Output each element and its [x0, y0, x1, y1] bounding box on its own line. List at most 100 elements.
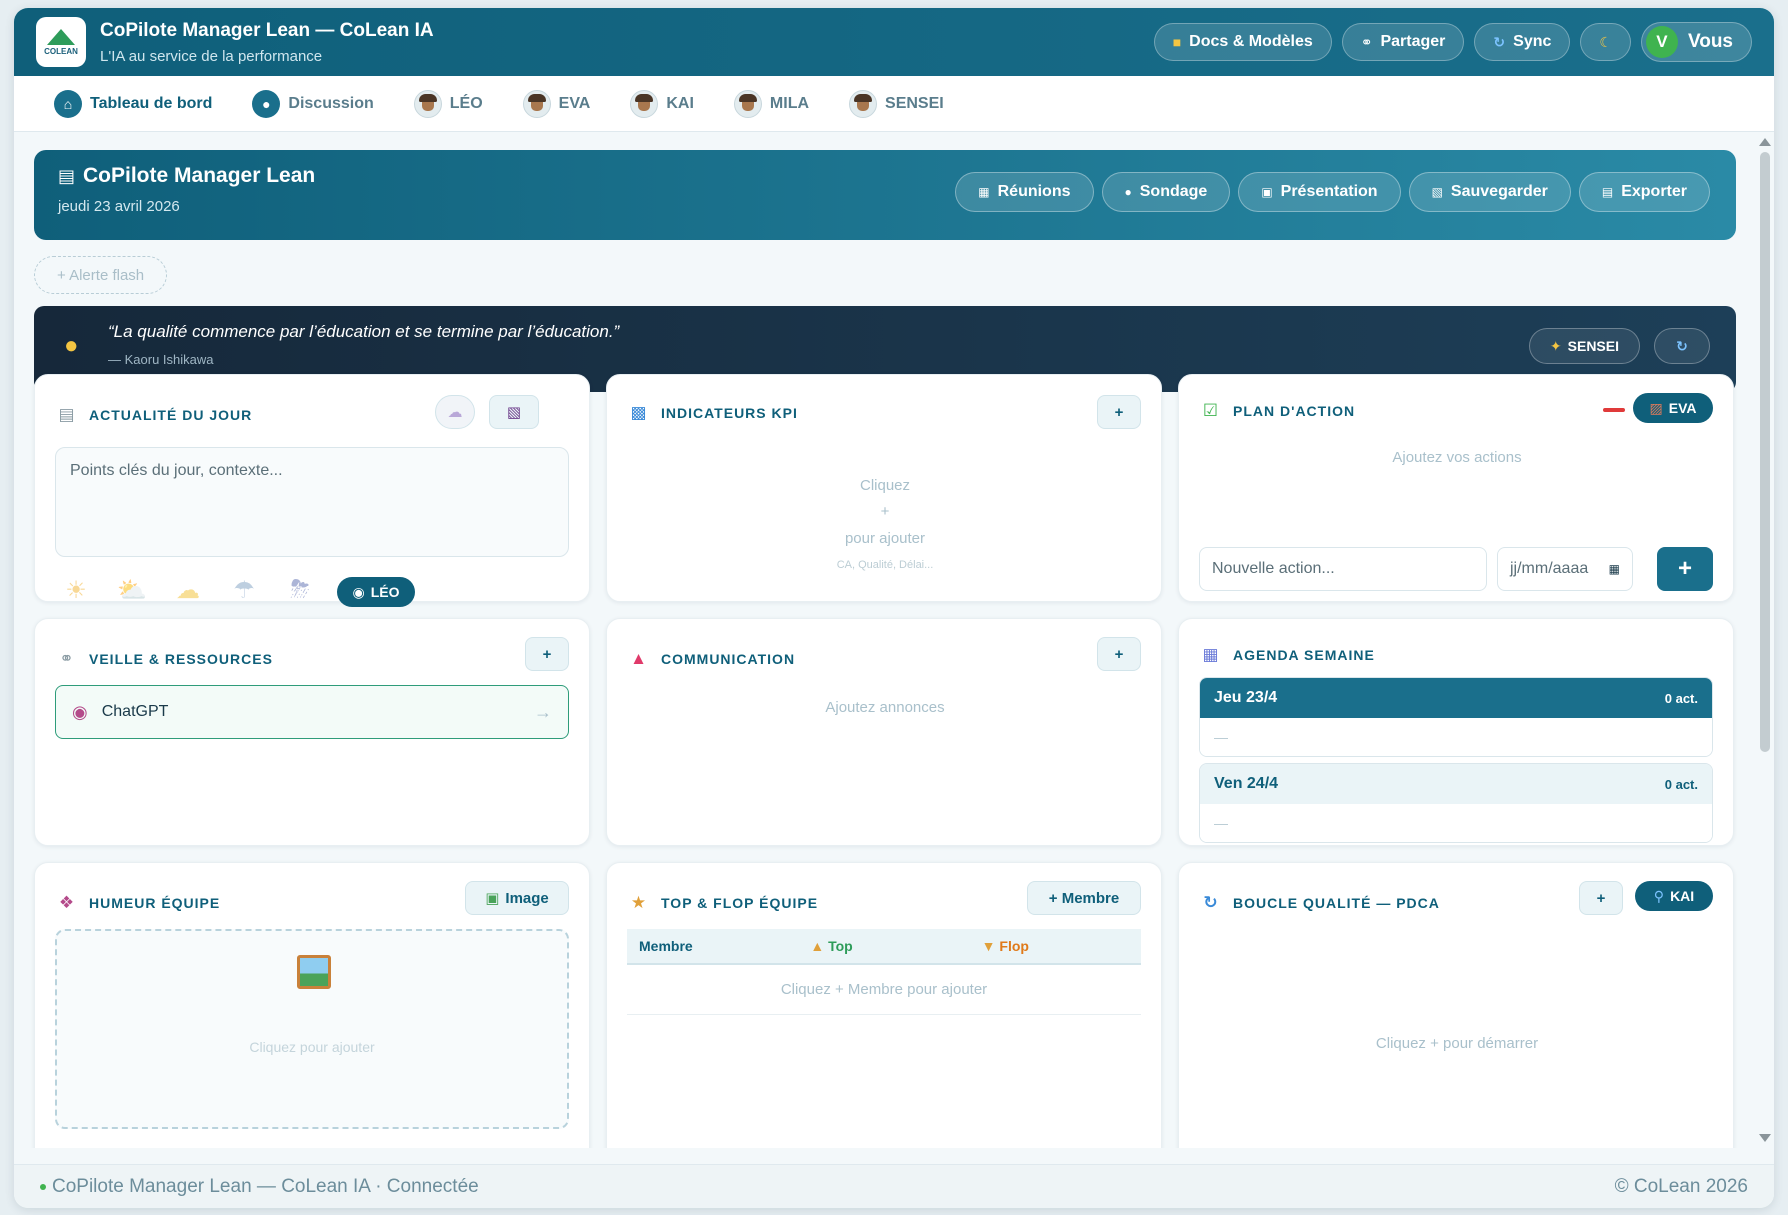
- eva-agent-button[interactable]: ▨ EVA: [1633, 393, 1713, 423]
- status-dot-icon: [40, 1183, 46, 1190]
- agenda-day-label: Jeu 23/4: [1214, 689, 1278, 706]
- scrollbar-thumb[interactable]: [1760, 152, 1770, 752]
- agenda-card: ▦ AGENDA SEMAINE Jeu 23/4 0 act. — Ven 24/…: [1178, 618, 1734, 846]
- add-kpi-button[interactable]: +: [1097, 395, 1141, 429]
- calendar-icon: ▦: [1608, 562, 1620, 576]
- logo-text: COLEAN: [44, 46, 78, 56]
- action-date-input[interactable]: jj/mm/aaaa ▦: [1497, 547, 1633, 591]
- tab-sensei[interactable]: SENSEI: [849, 89, 944, 118]
- tab-dashboard[interactable]: ⌂ Tableau de bord: [54, 89, 212, 118]
- moon-icon: ☾: [1599, 33, 1612, 50]
- sun-cloud-icon[interactable]: ⛅: [117, 575, 147, 605]
- communication-card-title: ▲ COMMUNICATION: [630, 649, 796, 668]
- newspaper-icon: ▤: [58, 405, 76, 424]
- share-button[interactable]: ⚭ Partager: [1341, 23, 1465, 61]
- news-input[interactable]: Points clés du jour, contexte...: [55, 447, 569, 557]
- agenda-day[interactable]: Jeu 23/4 0 act. —: [1199, 677, 1713, 757]
- add-pdca-button[interactable]: +: [1579, 881, 1623, 915]
- communication-card: ▲ COMMUNICATION + Ajoutez annonces: [606, 618, 1162, 846]
- cycle-icon: ↻: [1203, 893, 1219, 912]
- ask-sensei-button[interactable]: ✦ SENSEI: [1528, 328, 1640, 364]
- col-member: Membre: [639, 938, 693, 954]
- save-button[interactable]: ▧ Sauvegarder: [1408, 172, 1571, 212]
- tab-mila[interactable]: MILA: [733, 89, 809, 118]
- news-card-title: ▤ ACTUALITÉ DU JOUR: [58, 405, 253, 424]
- add-action-button[interactable]: +: [1657, 547, 1713, 591]
- add-resource-button[interactable]: +: [525, 637, 569, 671]
- floppy-disk-icon: ▧: [506, 404, 522, 421]
- brand: CoPilote Manager Lean — CoLean IA L'IA a…: [100, 20, 434, 65]
- clipboard-icon: ▤: [1601, 185, 1614, 199]
- clipboard-icon: ▤: [58, 165, 76, 186]
- megaphone-icon: ▲: [630, 649, 648, 668]
- user-menu[interactable]: V Vous: [1640, 22, 1752, 62]
- sun-icon[interactable]: ☀: [61, 575, 91, 605]
- sparkles-icon: ✦: [1549, 337, 1562, 354]
- weather-cloud-button[interactable]: ☁: [435, 395, 475, 429]
- tab-kai[interactable]: KAI: [630, 89, 694, 118]
- mood-empty: Cliquez pour ajouter: [249, 1039, 375, 1055]
- storm-icon[interactable]: ⛈: [285, 575, 315, 605]
- kai-avatar-icon: [630, 89, 659, 118]
- mood-image-dropzone[interactable]: Cliquez pour ajouter: [55, 929, 569, 1129]
- new-action-input[interactable]: Nouvelle action...: [1199, 547, 1487, 591]
- save-news-button[interactable]: ▧: [489, 395, 539, 429]
- agenda-day-count: 0 act.: [1664, 690, 1698, 706]
- dashboard-content: ▤ CoPilote Manager Lean jeudi 23 avril 20…: [14, 132, 1754, 1148]
- footer-status: CoPilote Manager Lean — CoLean IA · Conn…: [52, 1175, 479, 1197]
- kpi-empty-line1[interactable]: Cliquez: [607, 477, 1163, 494]
- col-top: ▲ Top: [810, 938, 853, 954]
- leo-agent-button[interactable]: ◉ LÉO: [337, 577, 415, 607]
- cloud-icon: ☁: [447, 404, 463, 421]
- app-title: CoPilote Manager Lean — CoLean IA: [100, 19, 434, 41]
- refresh-quote-button[interactable]: ↻: [1654, 328, 1710, 364]
- agenda-day-body: —: [1200, 718, 1712, 756]
- tab-leo[interactable]: LÉO: [413, 89, 483, 118]
- resource-item[interactable]: ◉ ChatGPT →: [55, 685, 569, 739]
- app-window: COLEAN CoPilote Manager Lean — CoLean IA…: [14, 8, 1774, 1208]
- poll-button[interactable]: ● Sondage: [1101, 172, 1231, 212]
- rain-icon[interactable]: ☂: [229, 575, 259, 605]
- tab-eva[interactable]: EVA: [522, 89, 590, 118]
- add-member-button[interactable]: + Membre: [1027, 881, 1141, 915]
- agenda-day-count: 0 act.: [1664, 776, 1698, 792]
- leo-avatar-icon: [413, 89, 442, 118]
- briefcase-icon: ▨: [1649, 399, 1663, 416]
- flash-alert-button[interactable]: + Alerte flash: [34, 256, 168, 294]
- table-empty-row: Cliquez + Membre pour ajouter: [627, 965, 1141, 1015]
- kai-agent-button[interactable]: ⚲ KAI: [1635, 881, 1713, 911]
- sync-button[interactable]: ↻ Sync: [1474, 23, 1571, 61]
- kpi-empty-line2: +: [880, 503, 890, 520]
- kpi-empty-hint: CA, Qualité, Délai...: [836, 559, 934, 571]
- agenda-day[interactable]: Ven 24/4 0 act. —: [1199, 763, 1713, 843]
- cloud-sun-icon[interactable]: ☁: [173, 575, 203, 605]
- kpi-empty-line3: pour ajouter: [844, 530, 926, 547]
- agenda-day-body: —: [1200, 804, 1712, 842]
- link-icon: ⚭: [1360, 33, 1373, 50]
- picture-icon: ▣: [485, 890, 500, 907]
- tab-discussion[interactable]: ● Discussion: [252, 89, 374, 118]
- add-image-button[interactable]: ▣ Image: [465, 881, 569, 915]
- dark-mode-toggle[interactable]: ☾: [1580, 23, 1631, 61]
- presentation-button[interactable]: ▣ Présentation: [1238, 172, 1401, 212]
- export-button[interactable]: ▤ Exporter: [1578, 172, 1710, 212]
- scroll-up-icon[interactable]: [1759, 138, 1771, 146]
- vertical-scrollbar[interactable]: [1754, 132, 1774, 1148]
- link-icon: ⚭: [59, 649, 75, 668]
- thumbs-up-icon: ▲: [810, 938, 825, 954]
- add-announcement-button[interactable]: +: [1097, 637, 1141, 671]
- robot-icon: ◉: [352, 583, 365, 600]
- team-mood-card: ❖ HUMEUR ÉQUIPE ▣ Image Cliquez pour ajout…: [34, 862, 590, 1148]
- meetings-button[interactable]: ▦ Réunions: [955, 172, 1094, 212]
- kpi-card: ▩ INDICATEURS KPI + Cliquez + pour ajoute…: [606, 374, 1162, 602]
- top-flop-card-title: ★ TOP & FLOP ÉQUIPE: [630, 893, 819, 912]
- arrow-right-icon: →: [534, 701, 552, 722]
- header-actions: ■ Docs & Modèles ⚭ Partager ↻ Sync ☾ V Vous: [1153, 22, 1752, 62]
- footer-copyright: © CoLean 2026: [1614, 1175, 1748, 1197]
- docs-button[interactable]: ■ Docs & Modèles: [1153, 23, 1332, 61]
- agenda-day-label: Ven 24/4: [1214, 775, 1279, 792]
- user-label: Vous: [1687, 31, 1733, 52]
- app-subtitle: L'IA au service de la performance: [100, 47, 323, 65]
- action-plan-card: ☑ PLAN D'ACTION ▨ EVA Ajoutez vos actions …: [1178, 374, 1734, 602]
- scroll-down-icon[interactable]: [1759, 1134, 1771, 1142]
